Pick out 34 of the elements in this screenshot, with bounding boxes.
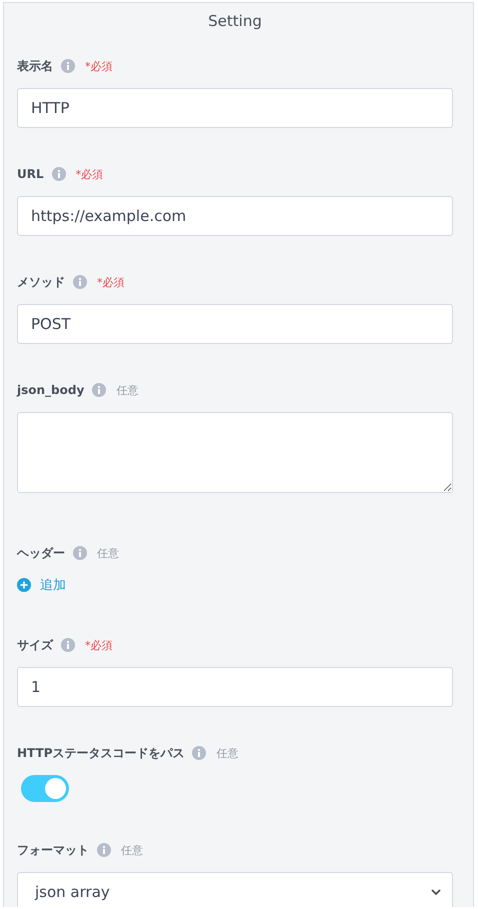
optional-tag: 任意	[97, 546, 119, 560]
info-icon[interactable]	[52, 167, 66, 181]
required-tag: *必須	[85, 58, 112, 74]
field-label: フォーマット	[17, 842, 89, 858]
field-label: ヘッダー	[17, 544, 65, 562]
text-field[interactable]: 1	[17, 667, 453, 707]
text-field[interactable]: POST	[17, 304, 453, 344]
field-label: json_body	[17, 383, 84, 397]
toggle-switch[interactable]	[21, 775, 69, 802]
info-icon[interactable]	[73, 546, 87, 560]
field-label: メソッド	[17, 274, 65, 290]
plus-circle-icon	[17, 578, 31, 592]
select-field[interactable]: json array	[17, 872, 453, 907]
required-tag: *必須	[76, 166, 104, 182]
required-tag: *必須	[85, 638, 112, 652]
optional-tag: 任意	[121, 842, 143, 858]
text-area[interactable]	[17, 412, 453, 493]
info-icon[interactable]	[61, 59, 75, 73]
field-label: サイズ	[17, 636, 53, 654]
panel-title: Setting	[207, 11, 263, 30]
text-field[interactable]: https://example.com	[17, 196, 453, 236]
info-icon[interactable]	[61, 638, 75, 652]
optional-tag: 任意	[116, 382, 138, 398]
field-label: URL	[17, 167, 44, 181]
optional-tag: 任意	[216, 746, 238, 760]
info-icon[interactable]	[192, 746, 206, 760]
chevron-down-icon	[430, 888, 442, 896]
required-tag: *必須	[97, 274, 124, 290]
info-icon[interactable]	[97, 843, 111, 857]
field-label: HTTPステータスコードをパス	[17, 744, 184, 762]
field-label: 表示名	[17, 58, 53, 74]
text-field[interactable]: HTTP	[17, 88, 453, 128]
info-icon[interactable]	[73, 275, 87, 289]
info-icon[interactable]	[92, 383, 106, 397]
